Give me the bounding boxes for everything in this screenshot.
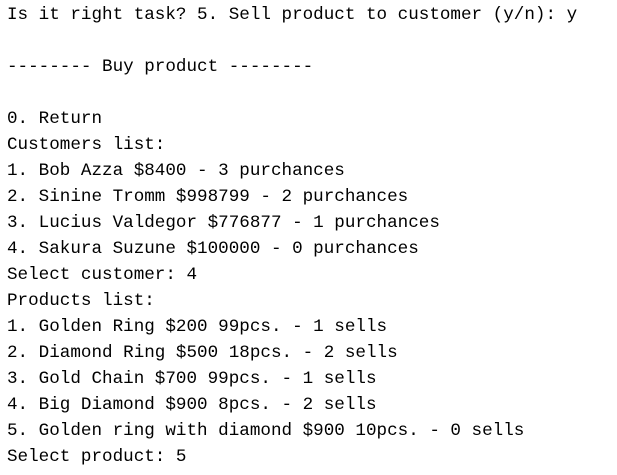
customer-item: 3. Lucius Valdegor $776877 - 1 purchance… [7,213,440,233]
section-header: -------- Buy product -------- [7,57,314,77]
product-item: 4. Big Diamond $900 8pcs. - 2 sells [7,395,377,415]
customer-item: 2. Sinine Tromm $998799 - 2 purchances [7,187,409,207]
customers-list-title: Customers list: [7,135,166,155]
product-item: 2. Diamond Ring $500 18pcs. - 2 sells [7,343,398,363]
return-option: 0. Return [7,109,103,129]
select-product-line: Select product: 5 [7,447,187,467]
products-list-title: Products list: [7,291,155,311]
select-customer-line: Select customer: 4 [7,265,198,285]
product-item: 5. Golden ring with diamond $900 10pcs. … [7,421,525,441]
customer-item: 1. Bob Azza $8400 - 3 purchances [7,161,345,181]
confirm-prompt-line: Is it right task? 5. Sell product to cus… [7,5,578,25]
product-item: 3. Gold Chain $700 99pcs. - 1 sells [7,369,377,389]
console-output[interactable]: Is it right task? 5. Sell product to cus… [0,0,617,475]
customer-item: 4. Sakura Suzune $100000 - 0 purchances [7,239,419,259]
product-item: 1. Golden Ring $200 99pcs. - 1 sells [7,317,388,337]
